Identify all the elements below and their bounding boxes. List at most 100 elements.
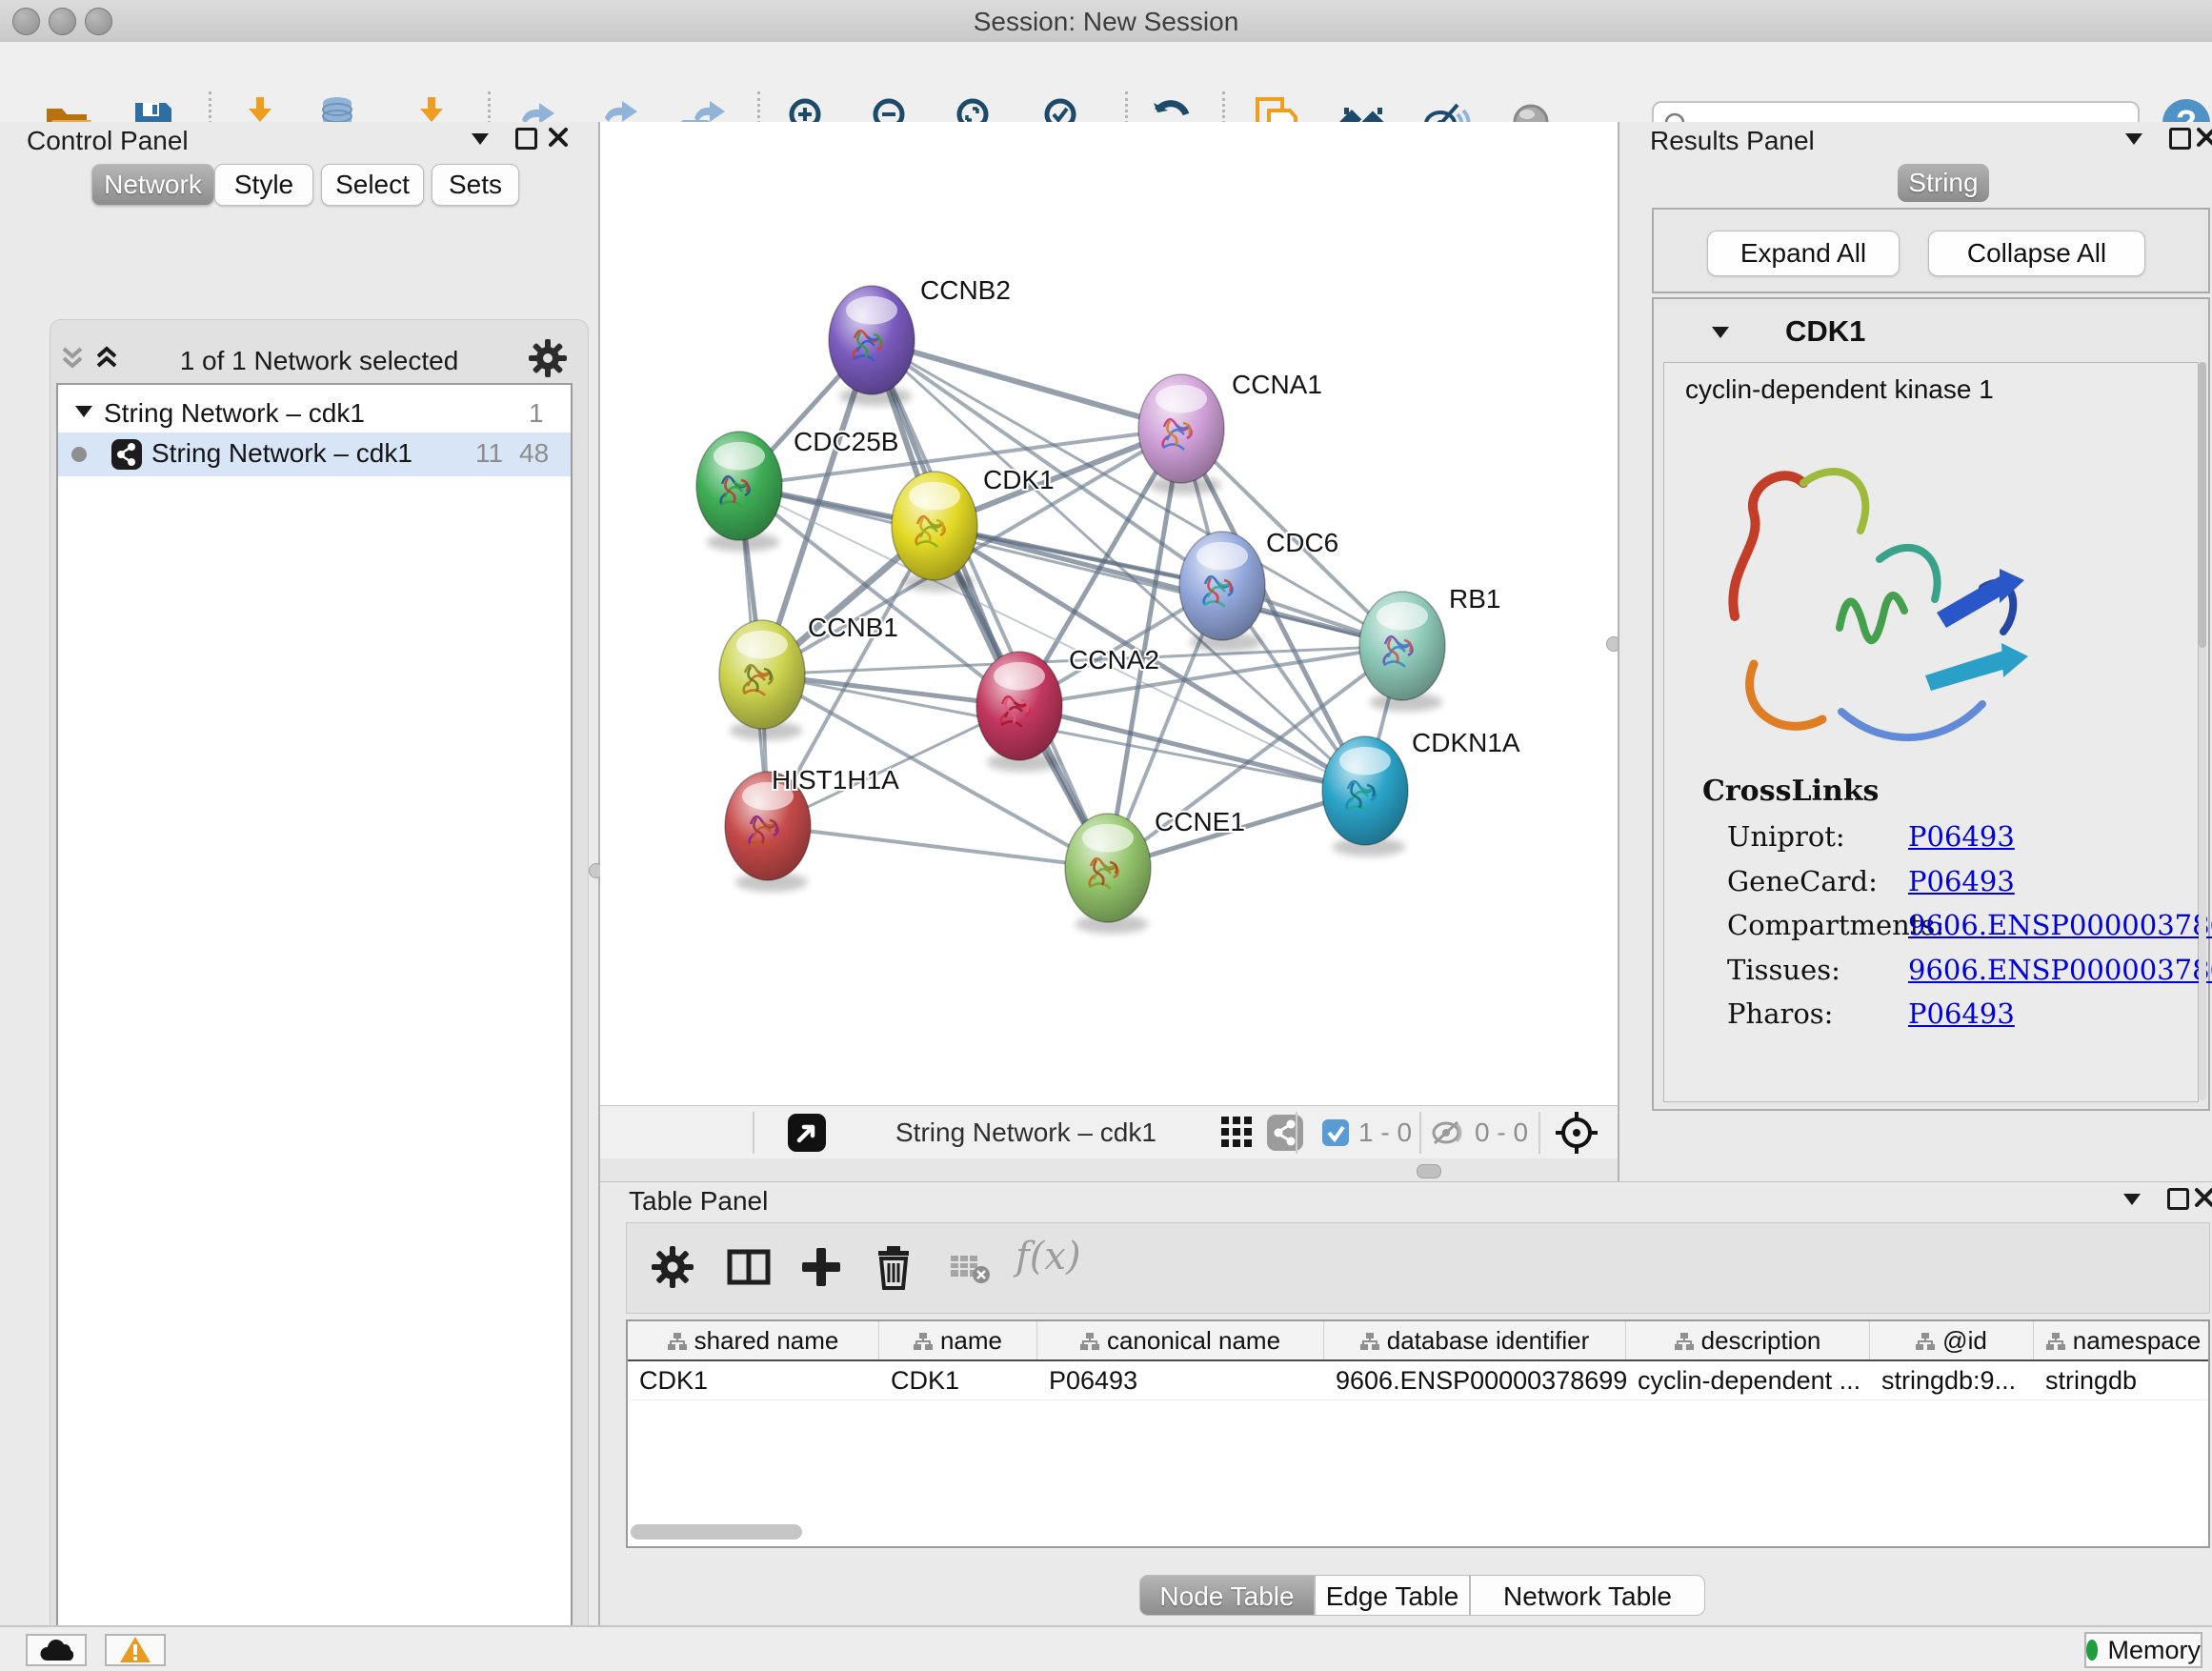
control-panel-title: Control Panel (27, 126, 189, 156)
gene-description: cyclin-dependent kinase 1 (1685, 374, 1994, 405)
node-table: shared name namecanonical namedatabase id… (626, 1319, 2210, 1548)
warning-status-button[interactable] (105, 1634, 166, 1666)
crosslink-value-link[interactable]: P06493 (1908, 997, 2015, 1030)
column-header-namespace[interactable]: namespace (2034, 1321, 2210, 1359)
panel-close-icon[interactable] (548, 127, 569, 148)
crosslink-value-link[interactable]: 9606.ENSP00000378699 (1908, 909, 2212, 941)
table-cell: CDK1 (628, 1361, 879, 1399)
expand-all-button[interactable]: Expand All (1707, 231, 1900, 276)
results-scrollbar-thumb[interactable] (2199, 362, 2206, 648)
table-cell: P06493 (1037, 1361, 1324, 1399)
results-actions-box: Expand All Collapse All (1652, 208, 2210, 293)
tab-select[interactable]: Select (321, 164, 424, 206)
collapse-all-button[interactable]: Collapse All (1928, 231, 2145, 276)
hidden-eye-slash-icon (1431, 1120, 1465, 1145)
column-header-label: shared name (694, 1326, 839, 1356)
column-type-icon (1080, 1332, 1099, 1350)
column-header-id[interactable]: @id (1870, 1321, 2034, 1359)
gene-details-box: cyclin-dependent kinase 1 (1663, 362, 2199, 1102)
control-panel: Control Panel Network Style Select Sets … (0, 122, 600, 1625)
cloud-status-button[interactable] (26, 1634, 87, 1666)
panel-float-icon[interactable] (2169, 128, 2191, 150)
network-edge[interactable] (768, 826, 1108, 868)
splitter-handle[interactable] (1417, 1164, 1441, 1178)
network-edge[interactable] (872, 340, 1108, 868)
node-label-CDC25B: CDC25B (794, 427, 898, 456)
column-type-icon (914, 1332, 933, 1350)
table-options-gear-icon[interactable] (650, 1244, 697, 1292)
table-cell: CDK1 (879, 1361, 1037, 1399)
table-panel-title: Table Panel (629, 1186, 768, 1217)
crosslink-value-link[interactable]: P06493 (1908, 820, 2015, 853)
network-node-CDC25B[interactable] (696, 432, 782, 552)
warning-icon (119, 1636, 151, 1664)
memory-label: Memory (2107, 1636, 2201, 1665)
table-cell: stringdb (2034, 1361, 2210, 1399)
network-options-gear-icon[interactable] (527, 337, 569, 379)
tab-string[interactable]: String (1898, 164, 1989, 202)
table-cell: stringdb:9... (1870, 1361, 2034, 1399)
column-header-sharedname[interactable]: shared name (628, 1321, 879, 1359)
column-header-databaseidentifier[interactable]: database identifier (1324, 1321, 1626, 1359)
network-node-CCNE1[interactable] (1065, 814, 1151, 934)
grid-view-icon[interactable] (1221, 1117, 1254, 1149)
node-label-CCNB2: CCNB2 (920, 275, 1011, 305)
footer-separator (1419, 1112, 1421, 1154)
results-panel-title: Results Panel (1650, 126, 1815, 156)
tab-style[interactable]: Style (214, 164, 313, 206)
network-canvas[interactable]: CCNB2CCNA1CDC25BCDK1CDC6RB1CCNB1CCNA2CDK… (600, 122, 1618, 1105)
column-header-description[interactable]: description (1626, 1321, 1870, 1359)
crosslink-row: Tissues:9606.ENSP00000378699 (1727, 954, 2184, 997)
footer-separator (1538, 1112, 1540, 1154)
crosslink-label: Pharos: (1727, 997, 1833, 1030)
network-node-RB1[interactable] (1359, 592, 1445, 712)
tab-network[interactable]: Network (91, 164, 214, 206)
open-in-new-window-icon[interactable] (788, 1114, 826, 1152)
panel-close-icon[interactable] (2196, 127, 2212, 148)
panel-collapse-icon[interactable] (2123, 1194, 2141, 1205)
results-scrollbar-track[interactable] (2199, 362, 2206, 1100)
gene-section-box: CDK1 cyclin-dependent kinase 1 (1652, 297, 2210, 1111)
node-label-CDC6: CDC6 (1266, 528, 1338, 557)
node-label-CDK1: CDK1 (983, 465, 1055, 494)
gene-collapse-icon[interactable] (1712, 327, 1729, 338)
table-panel: Table Panel f(x) shared namenamecanonica… (600, 1181, 2212, 1625)
network-tree-item-row[interactable]: String Network – cdk1 11 48 (58, 433, 571, 476)
selected-checkbox-icon[interactable] (1322, 1119, 1349, 1146)
table-horizontal-scrollbar[interactable] (631, 1524, 802, 1540)
tab-node-table[interactable]: Node Table (1139, 1575, 1315, 1616)
panel-collapse-icon[interactable] (472, 133, 489, 145)
panel-collapse-icon[interactable] (2125, 133, 2142, 145)
panel-close-icon[interactable] (2194, 1187, 2212, 1208)
crosslink-label: Uniprot: (1727, 820, 1845, 853)
crosslink-value-link[interactable]: P06493 (1908, 865, 2015, 897)
network-view-share-icon[interactable] (1267, 1115, 1303, 1151)
tab-network-table[interactable]: Network Table (1470, 1575, 1705, 1616)
crosslink-value-link[interactable]: 9606.ENSP00000378699 (1908, 954, 2212, 986)
table-row[interactable]: CDK1CDK1P064939606.ENSP00000378699cyclin… (628, 1361, 2208, 1400)
tree-expand-icon[interactable] (75, 406, 92, 417)
network-node-CCNB2[interactable] (829, 286, 915, 406)
table-header-row: shared name namecanonical namedatabase id… (628, 1321, 2208, 1361)
network-node-CDKN1A[interactable] (1322, 736, 1408, 856)
panel-float-icon[interactable] (515, 128, 537, 150)
delete-column-trash-icon[interactable] (871, 1244, 918, 1292)
column-header-name[interactable]: name (879, 1321, 1037, 1359)
memory-status-dot (2086, 1640, 2098, 1661)
network-node-CCNB1[interactable] (719, 620, 805, 740)
tab-sets[interactable]: Sets (432, 164, 519, 206)
crosslinks-heading: CrossLinks (1702, 775, 1879, 808)
add-column-icon[interactable] (798, 1244, 846, 1292)
network-tree-group-row[interactable]: String Network – cdk1 1 (58, 393, 571, 436)
column-header-canonicalname[interactable]: canonical name (1037, 1321, 1324, 1359)
memory-button[interactable]: Memory (2084, 1632, 2202, 1668)
tab-edge-table[interactable]: Edge Table (1315, 1575, 1470, 1616)
show-columns-icon[interactable] (726, 1244, 774, 1292)
hidden-count: 0 - 0 (1475, 1117, 1528, 1148)
panel-float-icon[interactable] (2167, 1188, 2189, 1210)
selected-count: 1 - 0 (1358, 1117, 1412, 1148)
column-type-icon (1916, 1332, 1935, 1350)
horizontal-splitter[interactable] (600, 1158, 1618, 1181)
application-window: Session: New Session (0, 0, 2212, 1671)
birdseye-view-icon[interactable] (1555, 1111, 1599, 1155)
